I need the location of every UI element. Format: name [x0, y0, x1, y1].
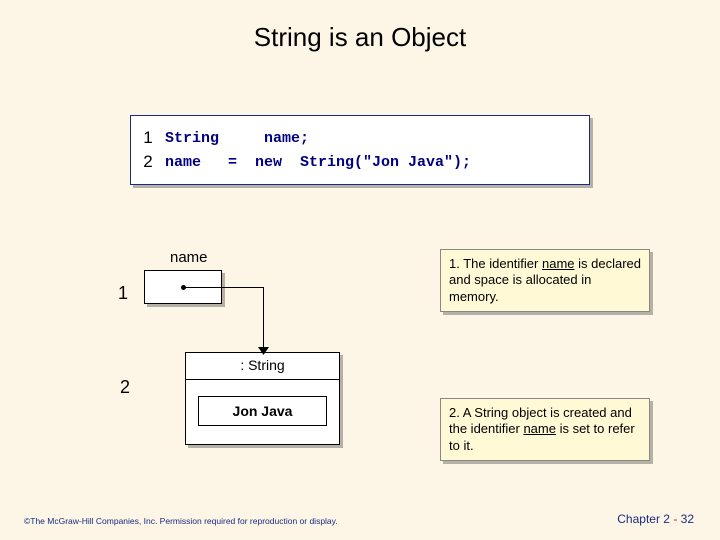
code-row: 1 String name; — [131, 126, 589, 150]
callout-text: 1. The identifier — [449, 256, 542, 271]
object-body: Jon Java — [186, 380, 339, 444]
code-row: 2 name = new String("Jon Java"); — [131, 150, 589, 174]
footer-copyright: ©The McGraw-Hill Companies, Inc. Permiss… — [24, 516, 338, 526]
code-block: 1 String name; 2 name = new String("Jon … — [130, 115, 590, 185]
object-value: Jon Java — [198, 396, 327, 426]
object-box: : String Jon Java — [185, 352, 340, 445]
chapter-page: 32 — [677, 512, 694, 526]
diagram-number: 2 — [120, 377, 130, 398]
callout-box: 2. A String object is created and the id… — [440, 398, 650, 461]
variable-label: name — [170, 249, 208, 266]
reference-line — [263, 287, 264, 353]
callout-underlined: name — [542, 256, 575, 271]
line-number: 1 — [131, 128, 165, 148]
chapter-prefix: Chapter 2 — [617, 512, 673, 526]
callout-box: 1. The identifier name is declared and s… — [440, 249, 650, 312]
code-text: String name; — [165, 130, 589, 147]
object-type-label: : String — [186, 353, 339, 380]
diagram-number: 1 — [118, 283, 128, 304]
slide-title: String is an Object — [0, 0, 720, 53]
reference-line — [183, 287, 263, 288]
callout-underlined: name — [523, 421, 556, 436]
code-text: name = new String("Jon Java"); — [165, 154, 589, 171]
footer-chapter: Chapter 2 - 32 — [617, 512, 694, 526]
line-number: 2 — [131, 152, 165, 172]
arrowhead-icon — [258, 347, 269, 355]
